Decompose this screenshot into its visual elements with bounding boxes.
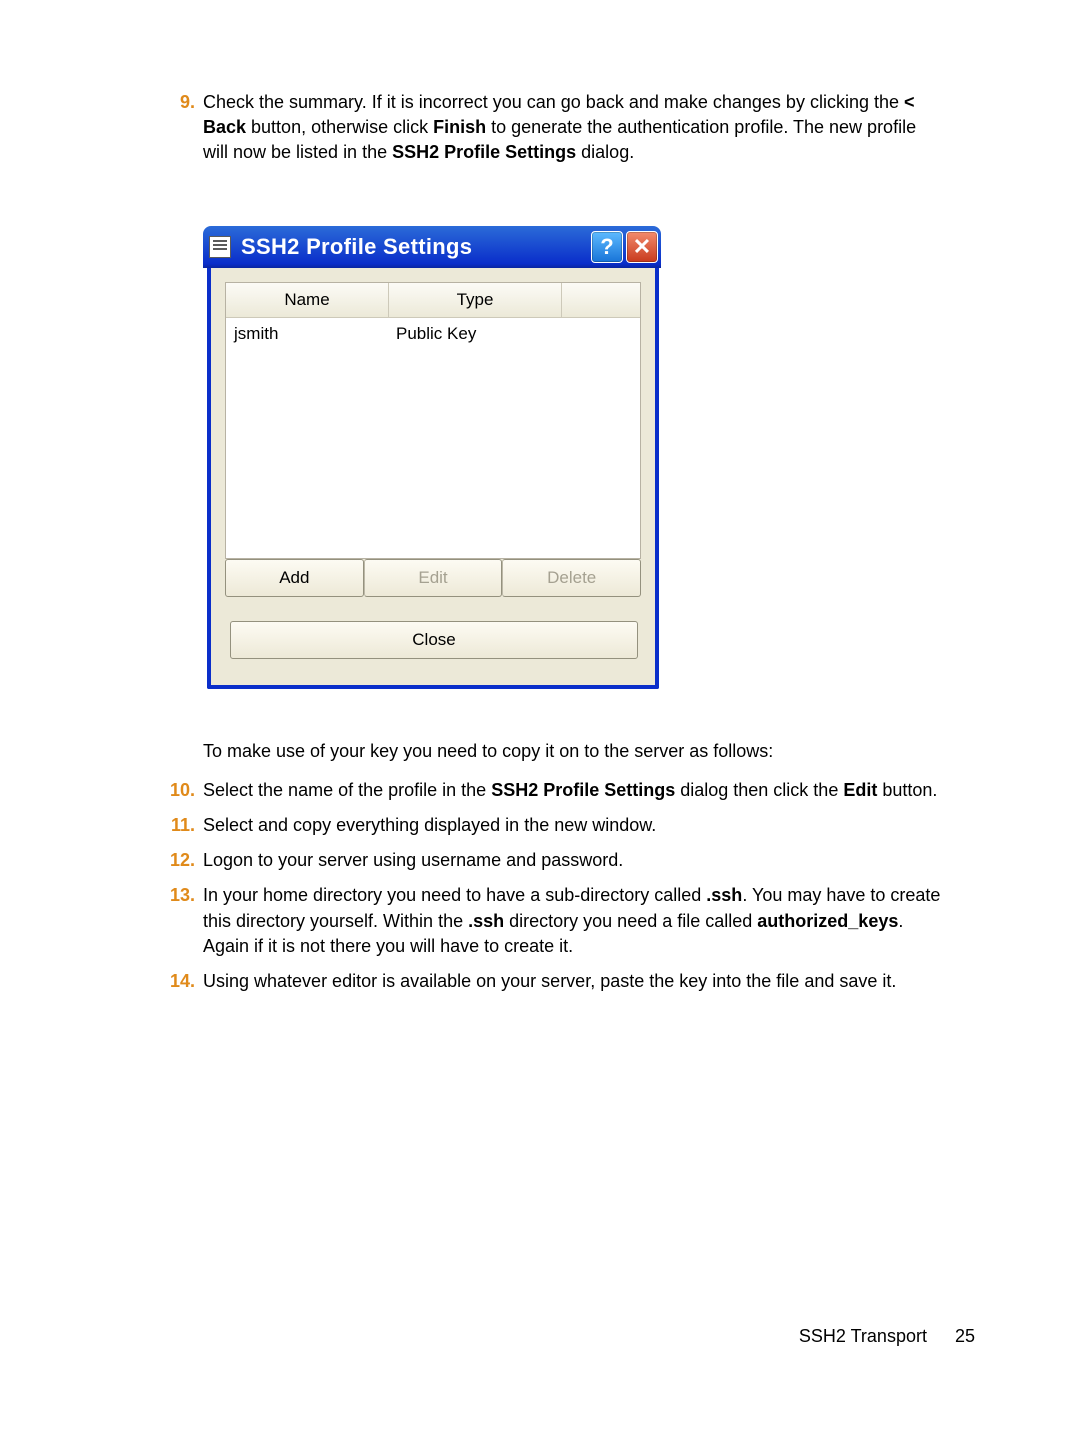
step-text: Select the name of the profile in the SS… <box>203 778 945 803</box>
step-text: In your home directory you need to have … <box>203 883 945 959</box>
step-12: 12. Logon to your server using username … <box>155 848 945 873</box>
step-13: 13. In your home directory you need to h… <box>155 883 945 959</box>
help-icon: ? <box>600 236 613 258</box>
column-header-name[interactable]: Name <box>226 283 389 317</box>
intermediate-text: To make use of your key you need to copy… <box>203 739 945 764</box>
close-button[interactable]: Close <box>230 621 638 659</box>
footer-page-number: 25 <box>955 1326 975 1347</box>
titlebar: SSH2 Profile Settings ? ✕ <box>203 226 661 268</box>
step-text: Logon to your server using username and … <box>203 848 945 873</box>
close-icon: ✕ <box>633 236 651 258</box>
column-header-type[interactable]: Type <box>389 283 562 317</box>
step-text: Check the summary. If it is incorrect yo… <box>203 90 945 166</box>
step-number: 10. <box>155 778 203 803</box>
step-number: 11. <box>155 813 203 838</box>
step-14: 14. Using whatever editor is available o… <box>155 969 945 994</box>
edit-button[interactable]: Edit <box>364 559 503 597</box>
page-footer: SSH2 Transport 25 <box>799 1326 975 1347</box>
step-number: 13. <box>155 883 203 959</box>
table-row[interactable]: jsmith Public Key <box>226 318 640 350</box>
close-window-button[interactable]: ✕ <box>626 231 658 263</box>
step-11: 11. Select and copy everything displayed… <box>155 813 945 838</box>
step-number: 9. <box>155 90 203 166</box>
step-number: 14. <box>155 969 203 994</box>
help-button[interactable]: ? <box>591 231 623 263</box>
step-text: Using whatever editor is available on yo… <box>203 969 945 994</box>
cell-name: jsmith <box>226 324 388 344</box>
column-header-spacer <box>562 283 640 317</box>
footer-section: SSH2 Transport <box>799 1326 927 1347</box>
add-button[interactable]: Add <box>225 559 364 597</box>
step-10: 10. Select the name of the profile in th… <box>155 778 945 803</box>
step-text: Select and copy everything displayed in … <box>203 813 945 838</box>
profiles-table: Name Type jsmith Public Key <box>225 282 641 559</box>
ssh2-profile-settings-dialog: SSH2 Profile Settings ? ✕ Name Type j <box>207 226 657 689</box>
cell-type: Public Key <box>388 324 560 344</box>
window-icon <box>209 236 231 258</box>
step-9: 9. Check the summary. If it is incorrect… <box>155 90 945 166</box>
window-title: SSH2 Profile Settings <box>241 234 588 260</box>
step-number: 12. <box>155 848 203 873</box>
delete-button[interactable]: Delete <box>502 559 641 597</box>
